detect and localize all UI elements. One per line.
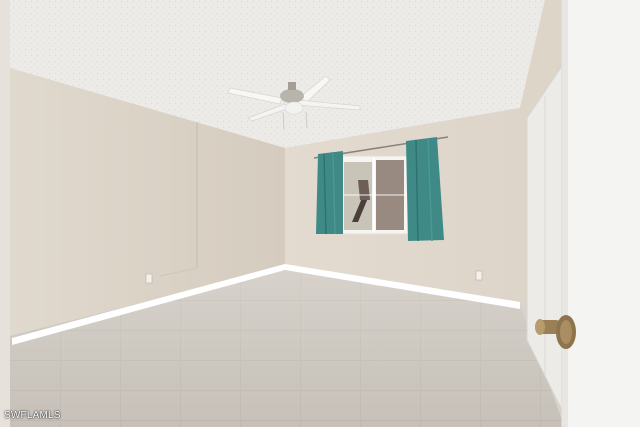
left-edge-wall bbox=[0, 0, 10, 427]
wall-outlet-back bbox=[475, 270, 483, 281]
curtain-left bbox=[316, 151, 343, 234]
room-photo: SWFLAMLS bbox=[0, 0, 640, 427]
wall-outlet-left bbox=[145, 273, 153, 284]
room-door[interactable] bbox=[562, 0, 640, 427]
watermark-text: SWFLAMLS bbox=[4, 410, 61, 421]
window bbox=[339, 155, 409, 235]
room-illustration bbox=[0, 0, 640, 427]
